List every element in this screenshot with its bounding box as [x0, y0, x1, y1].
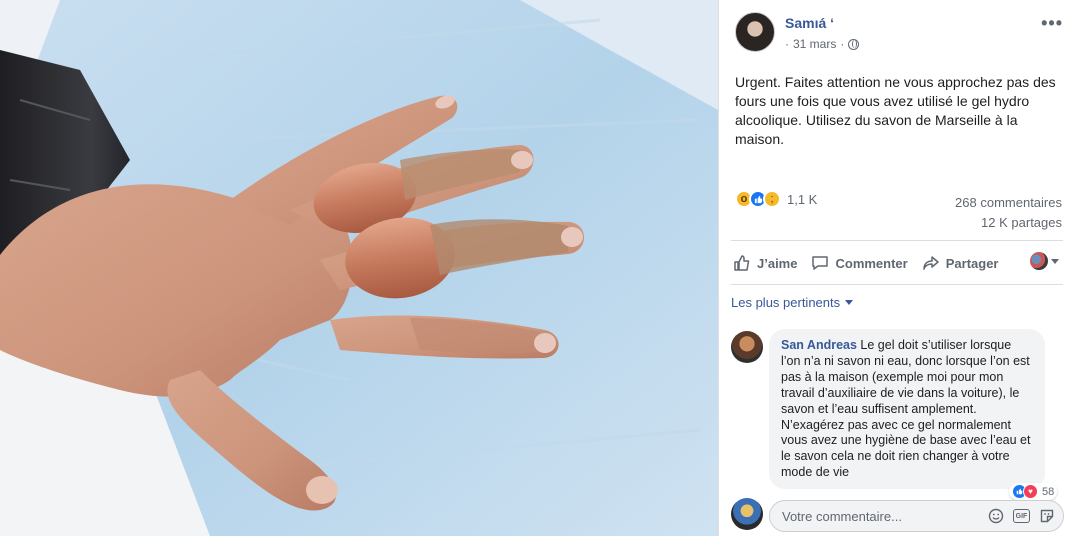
post-meta: · 31 mars · — [785, 37, 860, 51]
current-user-avatar — [731, 498, 763, 530]
like-label: J’aime — [757, 255, 798, 271]
sad-reaction-icon: ; — [763, 190, 781, 208]
author-avatar[interactable] — [735, 12, 775, 52]
comment-text: Le gel doit s’utiliser lorsque l’on n’a … — [781, 338, 1031, 480]
sticker-icon[interactable] — [1038, 507, 1056, 525]
comments-count[interactable]: 268 commentaires — [955, 193, 1062, 213]
commenter-avatar[interactable] — [731, 331, 763, 363]
date-separator: · — [785, 37, 789, 51]
reaction-count[interactable]: 1,1 K — [787, 192, 817, 207]
composer-icons: GIF — [987, 507, 1056, 525]
reply-composer: GIF — [731, 498, 1067, 532]
post-text: Urgent. Faites attention ne vous approch… — [735, 74, 1056, 147]
thumbs-up-icon — [734, 255, 750, 271]
shares-count[interactable]: 12 K partages — [955, 213, 1062, 233]
comment-bubble: San Andreas Le gel doit s’utiliser lorsq… — [769, 329, 1045, 489]
emoji-icon[interactable] — [987, 507, 1005, 525]
commenter-name[interactable]: San Andreas — [781, 338, 857, 352]
divider — [731, 240, 1063, 241]
gif-icon[interactable]: GIF — [1013, 509, 1030, 523]
reactions-summary[interactable]: o ; 1,1 K — [735, 190, 817, 208]
chevron-down-icon — [845, 300, 854, 305]
post-header: Samıá ‘ · 31 mars · ••• — [735, 12, 1065, 56]
like-button[interactable]: J’aime — [733, 254, 797, 272]
sort-label: Les plus pertinents — [731, 295, 841, 310]
comment-sort-dropdown[interactable]: Les plus pertinents — [731, 295, 854, 310]
post-stats: 268 commentaires 12 K partages — [955, 193, 1062, 233]
share-label: Partager — [945, 255, 999, 271]
divider — [731, 284, 1063, 285]
share-button[interactable]: Partager — [922, 254, 999, 272]
chevron-down-icon — [1051, 258, 1059, 264]
share-arrow-icon — [922, 256, 939, 270]
comment-button[interactable]: Commenter — [811, 254, 908, 272]
comment-reaction-count: 58 — [1042, 485, 1055, 498]
author-name[interactable]: Samıá ‘ — [785, 15, 834, 31]
more-options-icon[interactable]: ••• — [1041, 14, 1063, 32]
burned-hand-photo — [0, 0, 718, 536]
audience-selector[interactable] — [1030, 252, 1059, 270]
profile-mini-avatar — [1030, 252, 1048, 270]
love-reaction-icon: ♥ — [1023, 484, 1038, 499]
comment-icon — [812, 256, 829, 270]
action-bar: J’aime Commenter Partager — [733, 250, 1063, 276]
post-date[interactable]: 31 mars — [793, 37, 836, 51]
public-globe-icon — [848, 38, 860, 50]
post-photo[interactable] — [0, 0, 718, 536]
post-panel: Samıá ‘ · 31 mars · ••• Urgent. Faites a… — [718, 0, 1074, 536]
comment-label: Commenter — [835, 255, 908, 271]
date-separator: · — [840, 37, 845, 51]
